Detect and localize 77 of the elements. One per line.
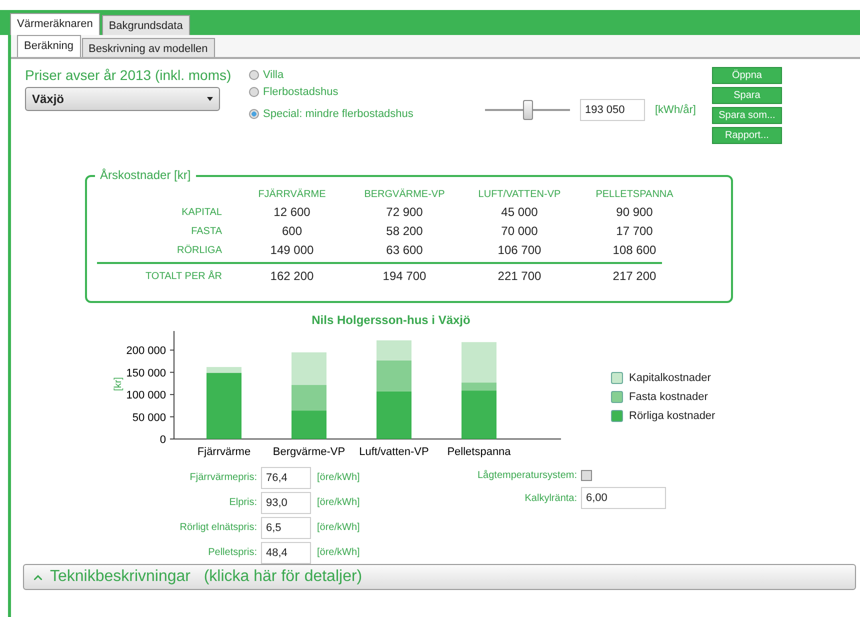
table-cell-text: 221 700 <box>496 269 542 283</box>
bar-segment <box>292 384 326 411</box>
tick-label: 0 <box>160 434 166 446</box>
caret-icon <box>207 97 213 101</box>
field-label: Pelletspris: <box>207 547 258 558</box>
table-cell-text: 108 600 <box>612 243 658 257</box>
bar-segment <box>292 410 326 439</box>
table-cell-text: 149 000 <box>269 243 315 257</box>
table-cell-text: 45 000 <box>500 205 539 219</box>
interest-field[interactable]: 6,00 <box>581 487 666 509</box>
category-label: Bergvärme-VP <box>272 446 346 458</box>
radio-label: Villa <box>263 69 284 81</box>
table-cell-text: 12 600 <box>272 205 312 219</box>
radio-label: Special: mindre flerbostadshus <box>263 108 414 120</box>
category-label: Luft/vatten-VP <box>359 446 429 458</box>
unit-label: [öre/kWh] <box>316 547 361 558</box>
tab[interactable]: Värmeräknaren <box>10 13 100 35</box>
table-cell-text: 70 000 <box>500 224 539 238</box>
field-label: Rörligt elnätspris: <box>178 522 258 533</box>
panel-title: Årskostnader [kr] <box>95 168 196 182</box>
price-field[interactable]: 6,5 <box>261 516 311 538</box>
table-cell-text: 194 700 <box>382 269 428 283</box>
column-header: BERGVÄRME-VP <box>363 189 446 200</box>
legend-label: Rörliga kostnader <box>629 410 716 422</box>
tab[interactable]: Beskrivning av modellen <box>82 38 215 57</box>
legend-swatch <box>611 390 623 402</box>
price-year-label: Priser avser år 2013 (inkl. moms) <box>25 67 232 83</box>
legend-swatch <box>611 410 623 422</box>
row-label: TOTALT PER ÅR <box>144 270 223 282</box>
table-cell-text: 106 700 <box>496 243 542 257</box>
table-cell-text: 58 200 <box>385 224 424 238</box>
tick-label: 50 000 <box>132 412 166 424</box>
table-cell-text: 162 200 <box>269 269 315 283</box>
radio-button[interactable] <box>249 109 259 119</box>
table-cell-text: 72 900 <box>385 205 424 219</box>
slider-thumb[interactable] <box>522 100 532 120</box>
row-label: FASTA <box>190 226 223 236</box>
legend-swatch <box>611 372 623 384</box>
price-field[interactable]: 48,4 <box>261 542 311 564</box>
bar-segment <box>292 352 326 385</box>
column-header: FJÄRRVÄRME <box>257 189 327 200</box>
checkbox[interactable] <box>581 470 592 481</box>
tab[interactable]: Beräkning <box>17 35 81 57</box>
radio-button[interactable] <box>249 70 259 80</box>
price-field[interactable]: 93,0 <box>261 492 311 514</box>
price-field[interactable]: 76,4 <box>261 466 311 488</box>
table-cell-text: 63 600 <box>385 243 424 257</box>
tick-label: 200 000 <box>126 345 166 358</box>
city-dropdown[interactable]: Växjö <box>25 87 220 111</box>
field-label: Lågtemperatursystem: <box>476 470 578 481</box>
field-label: Fjärrvärmepris: <box>188 472 258 483</box>
legend-label: Kapitalkostnader <box>629 372 711 384</box>
unit-label: [öre/kWh] <box>316 497 361 508</box>
table-cell-text: 90 900 <box>615 205 654 219</box>
unit-label: [öre/kWh] <box>316 522 361 533</box>
column-header: PELLETSPANNA <box>594 189 674 200</box>
unit-label: [kWh/år] <box>655 104 696 116</box>
column-header: LUFT/VATTEN-VP <box>477 189 562 200</box>
energy-field[interactable]: 193 050 <box>580 99 645 121</box>
axis-title: [kr] <box>113 377 124 391</box>
chart-title: Nils Holgersson-hus i Växjö <box>312 313 470 327</box>
table-cell-text: 217 200 <box>612 269 658 283</box>
tick-label: 100 000 <box>126 390 166 402</box>
category-label: Fjärrvärme <box>197 446 251 458</box>
field-label: Kalkylränta: <box>524 492 578 504</box>
tick-label: 150 000 <box>126 367 166 380</box>
tab[interactable]: Bakgrundsdata <box>102 15 190 35</box>
row-label: RÖRLIGA <box>176 244 223 256</box>
category-label: Pelletspanna <box>447 446 511 458</box>
row-label: KAPITAL <box>180 206 223 218</box>
unit-label: [öre/kWh] <box>316 472 361 483</box>
field-label: Elpris: <box>228 497 258 508</box>
legend-label: Fasta kostnader <box>629 390 708 402</box>
radio-label: Flerbostadshus <box>263 86 338 98</box>
table-cell-text: 17 700 <box>615 224 654 238</box>
radio-button[interactable] <box>249 87 259 97</box>
table-cell-text: 600 <box>280 224 304 238</box>
